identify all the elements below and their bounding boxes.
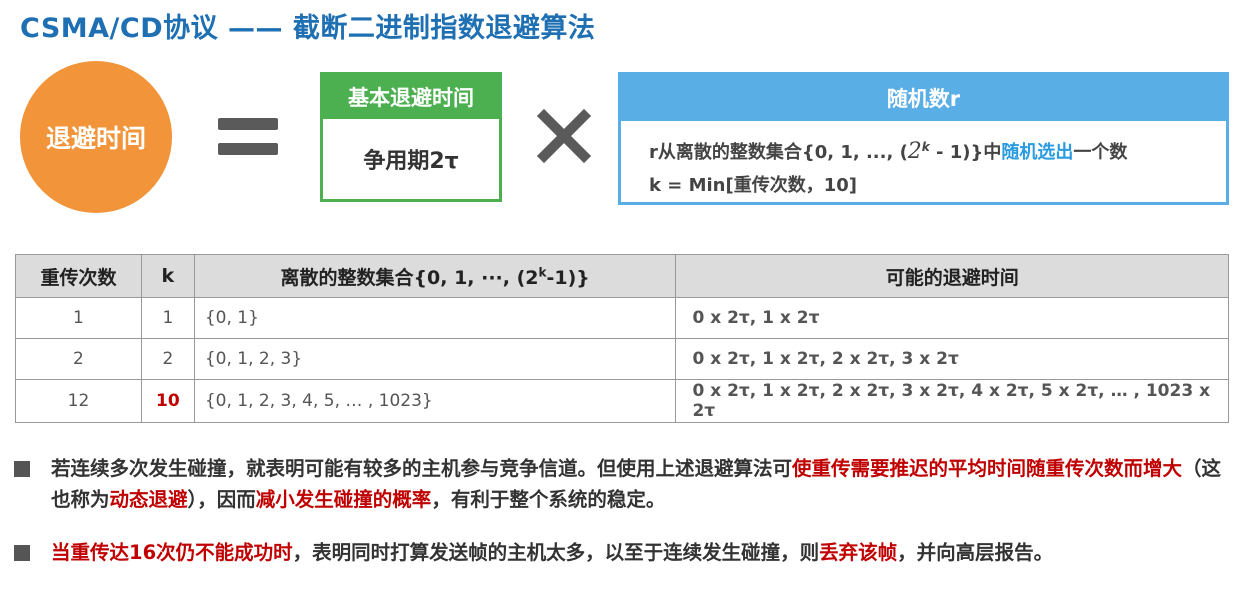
col-header-k: k: [140, 254, 195, 298]
random-number-header: 随机数r: [621, 75, 1226, 121]
bullet-square-icon: [14, 461, 30, 477]
random-number-box: 随机数r r从离散的整数集合{0, 1, ..., (2k - 1)}中随机选出…: [618, 72, 1229, 205]
cell-retries: 1: [15, 297, 142, 339]
col-header-set: 离散的整数集合{0, 1, ···, (2k-1)}: [193, 254, 677, 298]
bullet-dynamic-backoff: 若连续多次发生碰撞，就表明可能有较多的主机参与竞争信道。但使用上述退避算法可使重…: [14, 453, 1231, 515]
table-row: 2 2 {0, 1, 2, 3} 0 x 2τ, 1 x 2τ, 2 x 2τ,…: [15, 338, 1229, 380]
bullet-text: 若连续多次发生碰撞，就表明可能有较多的主机参与竞争信道。但使用上述退避算法可使重…: [51, 457, 1222, 511]
basic-backoff-value: 争用期2τ: [363, 149, 459, 174]
table-row: 1 1 {0, 1} 0 x 2τ, 1 x 2τ: [15, 297, 1229, 339]
basic-backoff-box: 基本退避时间 争用期2τ: [320, 72, 502, 202]
cell-set: {0, 1, 2, 3}: [193, 338, 677, 380]
cell-retries: 2: [15, 338, 142, 380]
bullet-square-icon: [14, 545, 30, 561]
cell-times: 0 x 2τ, 1 x 2τ, 2 x 2τ, 3 x 2τ, 4 x 2τ, …: [675, 379, 1229, 423]
backoff-time-label: 退避时间: [45, 124, 146, 153]
cell-k: 2: [140, 338, 195, 380]
multiply-sign-icon: [536, 108, 592, 164]
equals-sign-icon: [218, 118, 278, 168]
cell-k: 1: [140, 297, 195, 339]
cell-times: 0 x 2τ, 1 x 2τ, 2 x 2τ, 3 x 2τ: [675, 338, 1229, 380]
backoff-time-circle: 退避时间: [20, 61, 172, 213]
table-row: 12 10 {0, 1, 2, 3, 4, 5, … , 1023} 0 x 2…: [15, 379, 1229, 423]
cell-set: {0, 1, 2, 3, 4, 5, … , 1023}: [193, 379, 677, 423]
col-header-retries: 重传次数: [15, 254, 142, 298]
random-number-line-2: k = Min[重传次数，10]: [649, 175, 857, 196]
random-number-body: r从离散的整数集合{0, 1, ..., (2k - 1)}中随机选出一个数 k…: [621, 121, 1226, 212]
basic-backoff-header: 基本退避时间: [323, 75, 499, 119]
backoff-table: 重传次数 k 离散的整数集合{0, 1, ···, (2k-1)} 可能的退避时…: [15, 254, 1229, 423]
random-number-line-1: r从离散的整数集合{0, 1, ..., (2k - 1)}中随机选出一个数: [649, 139, 1128, 164]
cell-set: {0, 1}: [193, 297, 677, 339]
bullet-text: 当重传达16次仍不能成功时，表明同时打算发送帧的主机太多，以至于连续发生碰撞，则…: [51, 541, 1054, 564]
table-header-row: 重传次数 k 离散的整数集合{0, 1, ···, (2k-1)} 可能的退避时…: [15, 254, 1229, 298]
cell-retries: 12: [15, 379, 142, 423]
bullet-discard-frame: 当重传达16次仍不能成功时，表明同时打算发送帧的主机太多，以至于连续发生碰撞，则…: [14, 537, 1231, 568]
page-title: CSMA/CD协议 —— 截断二进制指数退避算法: [20, 13, 596, 44]
col-header-times: 可能的退避时间: [675, 254, 1229, 298]
cell-times: 0 x 2τ, 1 x 2τ: [675, 297, 1229, 339]
cell-k: 10: [140, 379, 195, 423]
